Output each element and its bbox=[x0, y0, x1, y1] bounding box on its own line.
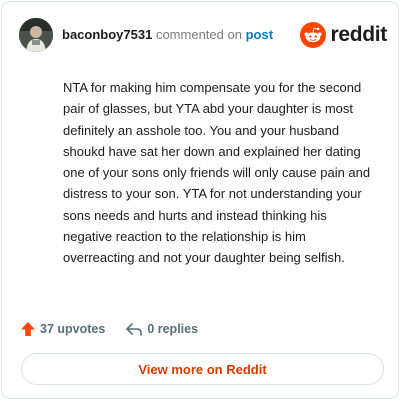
username-link[interactable]: baconboy7531 bbox=[62, 27, 152, 42]
user-avatar[interactable] bbox=[19, 18, 53, 52]
reply-arrow-icon bbox=[126, 323, 143, 336]
upvotes-action[interactable]: 37 upvotes bbox=[20, 321, 105, 337]
comment-actions: 37 upvotes 0 replies bbox=[20, 319, 218, 339]
upvotes-count: 37 upvotes bbox=[40, 322, 106, 336]
reddit-alien-icon bbox=[300, 22, 327, 48]
comment-card: baconboy7531 commented on post reddit NT… bbox=[1, 1, 399, 399]
view-more-on-reddit-button[interactable]: View more on Reddit bbox=[21, 353, 384, 385]
comment-header: baconboy7531 commented on post reddit bbox=[19, 18, 387, 52]
reddit-logo[interactable]: reddit bbox=[300, 21, 387, 49]
reddit-wordmark: reddit bbox=[330, 23, 387, 46]
post-link[interactable]: post bbox=[246, 27, 273, 42]
replies-action[interactable]: 0 replies bbox=[125, 321, 198, 337]
comment-body: NTA for making him compensate you for th… bbox=[63, 80, 371, 266]
comment-meta: baconboy7531 commented on post bbox=[62, 27, 273, 43]
commented-on-text: commented on bbox=[155, 27, 242, 42]
upvote-arrow-icon bbox=[21, 322, 35, 336]
replies-count: 0 replies bbox=[147, 322, 199, 336]
